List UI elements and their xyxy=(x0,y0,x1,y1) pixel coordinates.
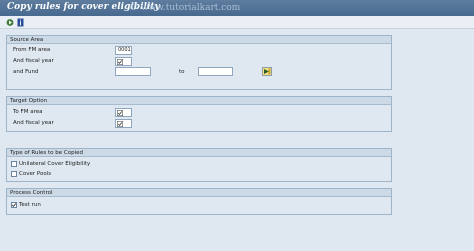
fund-to-field[interactable] xyxy=(198,67,233,76)
from-fm-area-label: From FM area xyxy=(13,47,51,53)
target-option-group: Target Option To FM area And fiscal year xyxy=(6,96,392,132)
test-run-checkbox[interactable] xyxy=(11,202,17,208)
title-bar: Copy rules for cover eligibility © www.t… xyxy=(0,0,474,16)
to-fm-area-label: To FM area xyxy=(13,109,43,115)
watermark: © www.tutorialkart.com xyxy=(129,3,241,13)
check-icon xyxy=(117,110,123,116)
target-fiscal-year-label: And fiscal year xyxy=(13,120,54,126)
check-icon xyxy=(11,203,17,207)
rules-type-group: Type of Rules to be Copied Unilateral Co… xyxy=(6,148,392,182)
fund-from-field[interactable] xyxy=(115,67,151,76)
source-area-group: Source Area From FM area 0001 And fiscal… xyxy=(6,35,392,90)
group-title: Target Option xyxy=(7,97,391,105)
check-icon xyxy=(117,59,123,65)
info-icon[interactable] xyxy=(17,18,24,27)
group-title: Process Control xyxy=(7,189,391,197)
check-icon xyxy=(117,121,123,127)
cover-pools-checkbox[interactable] xyxy=(11,171,17,177)
source-fiscal-year-field[interactable] xyxy=(115,57,132,66)
to-label: to xyxy=(179,69,185,75)
group-title: Type of Rules to be Copied xyxy=(7,149,391,157)
process-control-group: Process Control Test run xyxy=(6,188,392,215)
unilateral-cover-label: Unilateral Cover Eligibility xyxy=(19,161,91,167)
cover-pools-label: Cover Pools xyxy=(19,171,52,177)
group-title: Source Area xyxy=(7,36,391,44)
toolbar xyxy=(0,16,474,29)
from-fm-area-field[interactable]: 0001 xyxy=(115,46,132,55)
target-fiscal-year-field[interactable] xyxy=(115,119,132,128)
test-run-label: Test run xyxy=(19,202,41,208)
source-fiscal-year-label: And fiscal year xyxy=(13,58,54,64)
to-fm-area-field[interactable] xyxy=(115,108,132,117)
multiple-selection-icon xyxy=(264,68,271,75)
fund-label: and Fund xyxy=(13,69,39,75)
unilateral-cover-checkbox[interactable] xyxy=(11,161,17,167)
multiple-selection-button[interactable] xyxy=(262,67,272,76)
execute-icon[interactable] xyxy=(6,18,14,27)
